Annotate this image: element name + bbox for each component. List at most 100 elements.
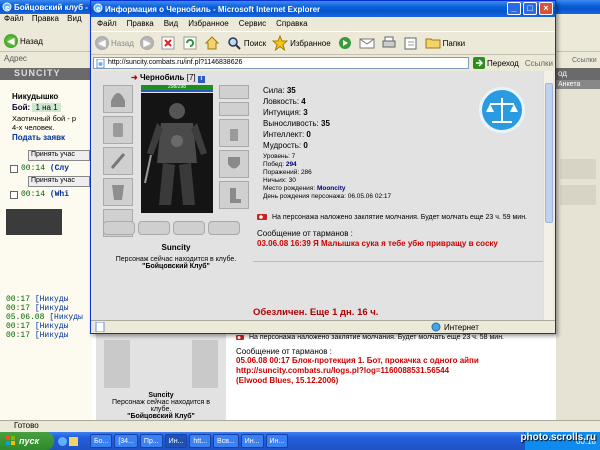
amulet-slot[interactable] bbox=[219, 102, 249, 116]
bg-back-label: Назад bbox=[20, 36, 43, 46]
ring-slot[interactable] bbox=[173, 221, 205, 235]
bg-silence-notice: На персонажа наложено заклятие молчания.… bbox=[236, 334, 556, 341]
task-item[interactable]: Пр... bbox=[139, 434, 163, 448]
request-time-1: 00:14 bbox=[21, 164, 46, 173]
close-button[interactable]: × bbox=[539, 2, 553, 15]
alignment-badge[interactable] bbox=[479, 87, 525, 133]
popup-title-bar[interactable]: e Информация о Чернобиль - Microsoft Int… bbox=[91, 1, 555, 17]
detail-level: Уровень: 7 bbox=[263, 153, 296, 160]
background-status-bar: Готово bbox=[0, 420, 600, 432]
globe-icon bbox=[431, 322, 441, 332]
bg-message-line-2[interactable]: http://suncity.combats.ru/logs.pl?log=11… bbox=[236, 366, 556, 376]
menu-tools[interactable]: Сервис bbox=[239, 19, 266, 28]
menu-edit[interactable]: Правка bbox=[127, 19, 154, 28]
shield-slot[interactable] bbox=[219, 150, 249, 178]
bg-message-title: Сообщение от тарманов : bbox=[236, 347, 332, 356]
right-panel: од Анкета bbox=[556, 68, 600, 420]
bg-message-line-3: (Elwood Blues, 15.12.2006) bbox=[236, 376, 339, 385]
home-icon[interactable] bbox=[204, 35, 220, 51]
character-info-window: e Информация о Чернобиль - Microsoft Int… bbox=[90, 0, 556, 334]
bg-menu-view[interactable]: Вид bbox=[67, 14, 81, 23]
stat-intuition: Интуиция: 3 bbox=[263, 108, 308, 117]
boots-slot[interactable] bbox=[219, 181, 249, 209]
caption-name: Suncity bbox=[161, 243, 191, 252]
request-checkbox-1[interactable] bbox=[10, 164, 18, 173]
scales-icon bbox=[486, 98, 518, 123]
refresh-icon[interactable] bbox=[182, 35, 198, 51]
star-icon bbox=[272, 35, 289, 51]
menu-help[interactable]: Справка bbox=[276, 19, 307, 28]
maximize-button[interactable]: □ bbox=[523, 2, 537, 15]
task-item[interactable]: Бо... bbox=[90, 434, 113, 448]
print-icon[interactable] bbox=[381, 35, 397, 51]
task-item[interactable]: Всв... bbox=[213, 434, 239, 448]
ring-slot[interactable] bbox=[103, 221, 135, 235]
stat-intellect: Интеллект: 0 bbox=[263, 130, 311, 139]
caption-location: Персонаж сейчас находится в клубе. bbox=[115, 256, 237, 263]
bracers-slot[interactable] bbox=[103, 116, 133, 144]
armor-slot[interactable] bbox=[103, 178, 133, 206]
accept-button-2[interactable]: Принять учас bbox=[28, 176, 90, 187]
character-details: Уровень: 7 Побед: 294 Поражений: 286 Нич… bbox=[263, 153, 391, 201]
player-name[interactable]: Никудышко bbox=[0, 80, 92, 101]
detail-birthday: День рождения персонажа: 06.05.06 02:17 bbox=[263, 193, 392, 200]
attack-icon[interactable]: ➜ bbox=[131, 73, 138, 82]
start-button[interactable]: пуск bbox=[0, 432, 54, 450]
accept-button-1[interactable]: Принять учас bbox=[28, 150, 90, 161]
caption-club: "Бойцовский Клуб" bbox=[142, 263, 210, 270]
stop-icon[interactable] bbox=[160, 35, 176, 51]
rings-row bbox=[103, 221, 240, 235]
taskbar: пуск Бо... [34... Пр... Ин... htt... Всв… bbox=[0, 432, 600, 450]
bg-back-button[interactable]: ◀ Назад bbox=[4, 34, 43, 48]
fight-text-1: Хаотичный бой - р bbox=[12, 114, 77, 123]
forward-button[interactable]: ▶ bbox=[139, 36, 154, 50]
quick-launch bbox=[58, 436, 88, 446]
submit-request-link[interactable]: Подать заявк bbox=[0, 132, 92, 142]
helmet-slot[interactable] bbox=[103, 85, 133, 113]
info-icon[interactable]: i bbox=[197, 76, 205, 83]
silence-notice: На персонажа наложено заклятие молчания.… bbox=[257, 213, 527, 221]
weapon-slot[interactable] bbox=[103, 147, 133, 175]
bg-menu-edit[interactable]: Правка bbox=[32, 14, 59, 23]
request-row-1: 00:14 (Слу bbox=[10, 164, 92, 173]
menu-favorites[interactable]: Избранное bbox=[188, 19, 229, 28]
task-item[interactable]: htt... bbox=[189, 434, 212, 448]
fight-value: 1 на 1 bbox=[32, 103, 61, 112]
helmet-icon bbox=[111, 93, 125, 107]
task-item[interactable]: Ин... bbox=[265, 434, 289, 448]
favorites-button[interactable]: Избранное bbox=[272, 35, 331, 51]
request-checkbox-2[interactable] bbox=[10, 190, 18, 199]
address-input[interactable]: http://suncity.combats.ru/inf.pl?1146838… bbox=[93, 57, 470, 69]
go-button[interactable]: Переход bbox=[473, 57, 519, 69]
back-button[interactable]: ◀ Назад bbox=[95, 36, 134, 50]
task-item[interactable]: Ин... bbox=[164, 434, 188, 448]
ie-logo-icon: e bbox=[93, 3, 103, 13]
ring-slot[interactable] bbox=[138, 221, 170, 235]
request-name-2: (Whi bbox=[49, 190, 70, 199]
folder-quicklaunch-icon[interactable] bbox=[69, 436, 78, 446]
profile-link[interactable]: Анкета bbox=[556, 80, 600, 89]
scroll-thumb[interactable] bbox=[545, 83, 553, 223]
links-label[interactable]: Ссылки bbox=[525, 59, 553, 68]
minimize-button[interactable]: _ bbox=[507, 2, 521, 15]
vertical-scrollbar[interactable] bbox=[543, 71, 553, 321]
folders-button[interactable]: Папки bbox=[425, 35, 465, 51]
mail-icon[interactable] bbox=[359, 35, 375, 51]
bg-menu-file[interactable]: Файл bbox=[4, 14, 24, 23]
menu-view[interactable]: Вид bbox=[164, 19, 178, 28]
edit-icon[interactable] bbox=[403, 35, 419, 51]
media-icon[interactable] bbox=[337, 35, 353, 51]
task-item[interactable]: Ин... bbox=[240, 434, 264, 448]
bg-links-label[interactable]: Ссылки bbox=[572, 57, 597, 64]
earrings-slot[interactable] bbox=[219, 85, 249, 99]
gloves-slot[interactable] bbox=[219, 119, 249, 147]
silence-icon bbox=[236, 335, 244, 340]
fight-label: Бой: bbox=[12, 103, 31, 112]
request-row-2: 00:14 (Whi bbox=[10, 190, 92, 199]
task-item[interactable]: [34... bbox=[114, 434, 138, 448]
ring-slot[interactable] bbox=[208, 221, 240, 235]
search-button[interactable]: Поиск bbox=[226, 35, 266, 51]
bg-address-label: Адрес bbox=[4, 54, 27, 63]
menu-file[interactable]: Файл bbox=[97, 19, 117, 28]
ie-quicklaunch-icon[interactable] bbox=[58, 436, 67, 446]
